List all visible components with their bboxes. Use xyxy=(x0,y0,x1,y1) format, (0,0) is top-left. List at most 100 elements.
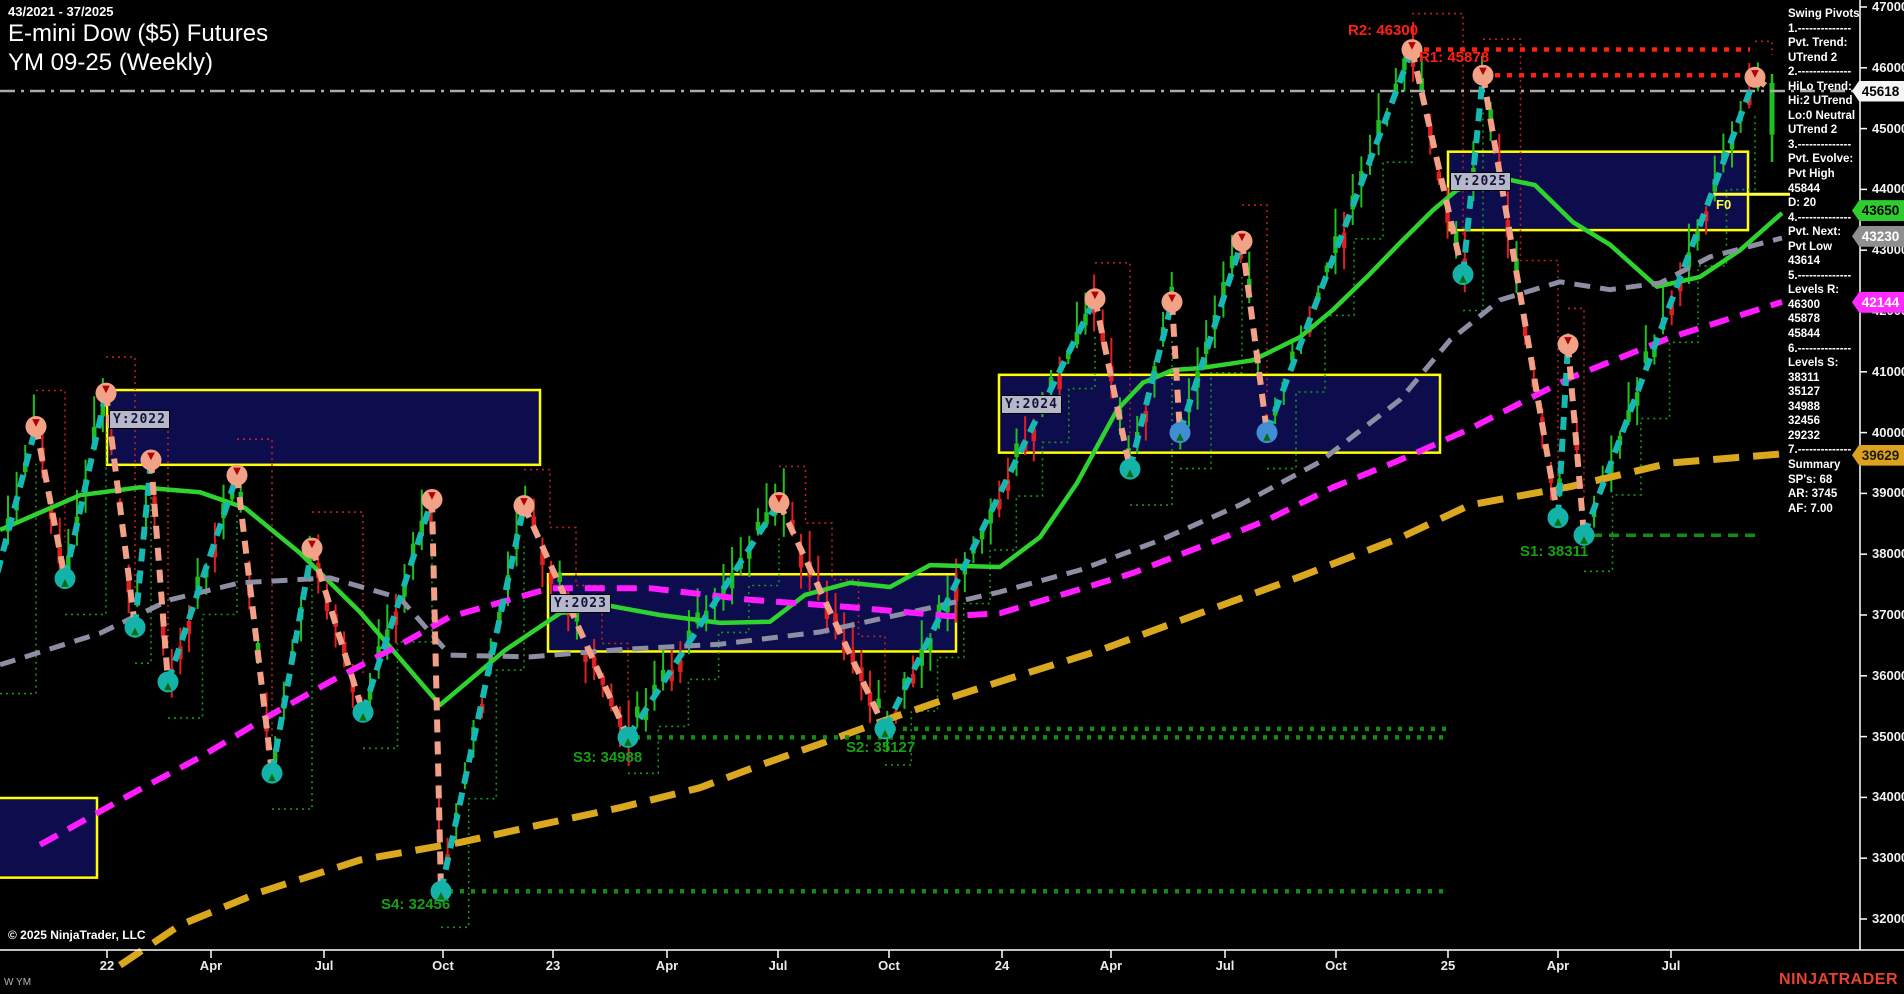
time-axis-label: 22 xyxy=(100,958,114,973)
panel-line: 38311 xyxy=(1788,371,1860,386)
panel-line: Swing Pivots xyxy=(1788,7,1860,22)
year-box xyxy=(107,390,540,465)
zigzag-up-leg xyxy=(135,460,151,627)
zigzag-up-leg xyxy=(0,427,36,658)
down-arrow-icon: ▼ xyxy=(1751,68,1759,79)
panel-line: HiLo Trend: xyxy=(1788,80,1860,95)
down-arrow-icon: ▼ xyxy=(428,491,436,502)
down-arrow-icon: ▼ xyxy=(308,539,316,550)
price-axis-label: 46000 xyxy=(1872,60,1904,75)
price-badge: 39629 xyxy=(1852,445,1904,466)
support-label: S2: 35127 xyxy=(846,739,915,756)
time-axis-label: Oct xyxy=(878,958,900,973)
panel-line: 29232 xyxy=(1788,429,1860,444)
panel-line: Levels R: xyxy=(1788,283,1860,298)
zigzag-up-leg xyxy=(1558,344,1568,517)
panel-line: UTrend 2 xyxy=(1788,123,1860,138)
up-arrow-icon: ▲ xyxy=(624,736,632,747)
down-arrow-icon: ▼ xyxy=(1564,335,1572,346)
up-arrow-icon: ▲ xyxy=(61,578,69,589)
down-arrow-icon: ▼ xyxy=(1091,290,1099,301)
support-label: S3: 34988 xyxy=(573,749,642,766)
panel-line: 34988 xyxy=(1788,400,1860,415)
copyright-label: © 2025 NinjaTrader, LLC xyxy=(8,928,146,942)
time-axis-label: Apr xyxy=(1100,958,1122,973)
panel-line: 1.-------------- xyxy=(1788,22,1860,37)
panel-line: Pvt. Next: xyxy=(1788,225,1860,240)
price-chart-canvas[interactable]: ▼▲▼▲▼▲▼▲▼▲▼▲▼▲▼▲▼▲▼▲▼▲▼▲▼▲▼▲▼ xyxy=(0,0,1904,994)
up-arrow-icon: ▲ xyxy=(1126,468,1134,479)
panel-line: 32456 xyxy=(1788,414,1860,429)
price-badge: 43230 xyxy=(1852,226,1904,247)
price-axis-label: 45000 xyxy=(1872,121,1904,136)
down-arrow-icon: ▼ xyxy=(520,497,528,508)
zigzag-up-leg xyxy=(168,475,237,682)
panel-line: 3.-------------- xyxy=(1788,138,1860,153)
zigzag-up-leg xyxy=(1584,77,1755,535)
panel-line: 7.-------------- xyxy=(1788,443,1860,458)
zigzag-up-leg xyxy=(65,393,106,578)
panel-line: 35127 xyxy=(1788,385,1860,400)
up-arrow-icon: ▲ xyxy=(268,772,276,783)
down-arrow-icon: ▼ xyxy=(1479,66,1487,77)
trail-stop-up xyxy=(441,542,524,928)
price-axis-label: 36000 xyxy=(1872,668,1904,683)
up-arrow-icon: ▲ xyxy=(1263,432,1271,443)
time-axis-label: Oct xyxy=(1325,958,1347,973)
up-arrow-icon: ▲ xyxy=(164,681,172,692)
down-arrow-icon: ▼ xyxy=(1238,232,1246,243)
year-box-label[interactable]: Y:2023 xyxy=(550,594,611,613)
trail-stop-down xyxy=(1483,39,1558,482)
trail-stop-up xyxy=(363,536,432,749)
panel-line: Pvt. Evolve: xyxy=(1788,152,1860,167)
up-arrow-icon: ▲ xyxy=(1459,274,1467,285)
panel-line: 2.-------------- xyxy=(1788,65,1860,80)
down-arrow-icon: ▼ xyxy=(102,384,110,395)
year-box-label[interactable]: Y:2022 xyxy=(109,410,170,429)
price-axis-label: 47000 xyxy=(1872,0,1904,14)
up-arrow-icon: ▲ xyxy=(881,728,889,739)
down-arrow-icon: ▼ xyxy=(1408,41,1416,52)
panel-line: 45844 xyxy=(1788,182,1860,197)
price-axis-label: 33000 xyxy=(1872,850,1904,865)
price-axis-label: 35000 xyxy=(1872,729,1904,744)
chart-window: ▼▲▼▲▼▲▼▲▼▲▼▲▼▲▼▲▼▲▼▲▼▲▼▲▼▲▼▲▼ 43/2021 - … xyxy=(0,0,1904,994)
down-arrow-icon: ▼ xyxy=(147,451,155,462)
zigzag-down-leg xyxy=(151,460,168,682)
time-axis-label: Apr xyxy=(1547,958,1569,973)
up-arrow-icon: ▲ xyxy=(1554,517,1562,528)
time-axis-label: Jul xyxy=(769,958,788,973)
up-arrow-icon: ▲ xyxy=(131,626,139,637)
resistance-label: R2: 46300 xyxy=(1348,22,1418,39)
panel-line: 45878 xyxy=(1788,312,1860,327)
panel-line: 46300 xyxy=(1788,298,1860,313)
price-axis-label: 34000 xyxy=(1872,789,1904,804)
year-box xyxy=(999,375,1440,453)
price-axis-label: 39000 xyxy=(1872,485,1904,500)
price-axis-label: 44000 xyxy=(1872,181,1904,196)
zigzag-down-leg xyxy=(237,475,272,773)
date-range-label: 43/2021 - 37/2025 xyxy=(8,4,114,19)
down-arrow-icon: ▼ xyxy=(32,418,40,429)
panel-line: 43614 xyxy=(1788,254,1860,269)
price-axis-label: 37000 xyxy=(1872,607,1904,622)
time-axis-label: Apr xyxy=(656,958,678,973)
trail-stop-up xyxy=(168,511,237,718)
panel-line: Pvt. Trend: xyxy=(1788,36,1860,51)
support-label: S1: 38311 xyxy=(1520,543,1588,560)
instrument-subtitle: YM 09-25 (Weekly) xyxy=(8,49,213,77)
down-arrow-icon: ▼ xyxy=(1168,293,1176,304)
panel-line: Lo:0 Neutral xyxy=(1788,109,1860,124)
year-box-label[interactable]: Y:2024 xyxy=(1001,395,1062,414)
panel-line: Hi:2 UTrend xyxy=(1788,94,1860,109)
resistance-label: R1: 45878 xyxy=(1419,49,1489,66)
time-axis-label: Apr xyxy=(200,958,222,973)
panel-line: D: 20 xyxy=(1788,196,1860,211)
time-axis-label: 24 xyxy=(995,958,1009,973)
panel-line: Pvt High xyxy=(1788,167,1860,182)
up-arrow-icon: ▲ xyxy=(359,711,367,722)
instrument-title: E-mini Dow ($5) Futures xyxy=(8,20,268,48)
time-axis-label: Oct xyxy=(432,958,454,973)
year-box-label[interactable]: Y:2025 xyxy=(1450,172,1511,191)
time-axis-label: Jul xyxy=(1216,958,1235,973)
